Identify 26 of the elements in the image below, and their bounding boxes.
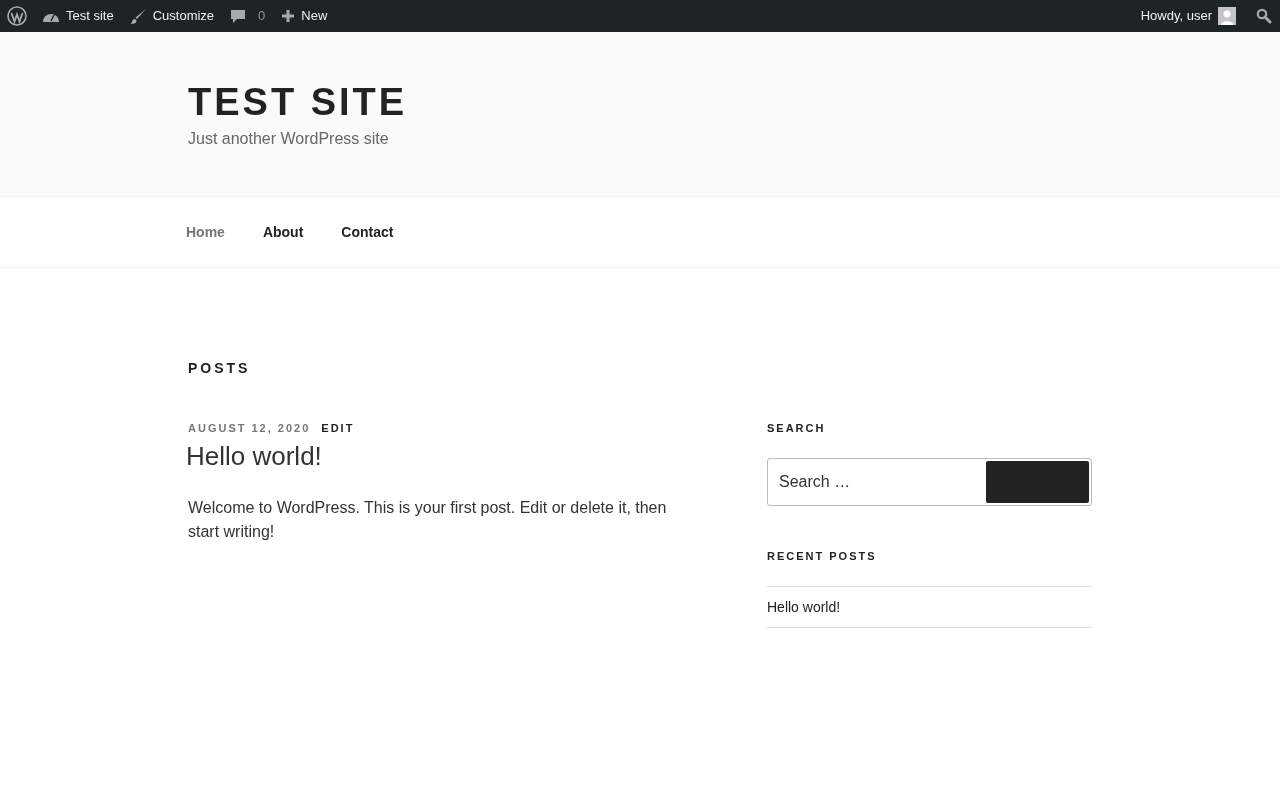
comments-link[interactable]: 0	[222, 0, 274, 32]
nav-link[interactable]: Contact	[341, 221, 394, 243]
post-date[interactable]: AUGUST 12, 2020	[188, 421, 311, 435]
avatar-icon	[1218, 7, 1236, 25]
recent-post-link[interactable]: Hello world!	[767, 599, 841, 615]
nav-link[interactable]: About	[262, 221, 304, 243]
post-excerpt: Welcome to WordPress. This is your first post. Edit or delete it, then start writing!	[188, 498, 668, 542]
site-link[interactable]: Test site	[34, 0, 122, 32]
widget-heading: RECENT POSTS	[767, 549, 878, 563]
site-tagline: Just another WordPress site	[188, 129, 390, 149]
search-form[interactable]: Search …	[767, 458, 1092, 506]
speech-bubble-icon	[230, 8, 247, 24]
search-icon[interactable]	[1256, 8, 1272, 24]
site-title[interactable]: TEST SITE	[188, 80, 1280, 124]
wordpress-logo-icon[interactable]	[7, 6, 27, 26]
brush-icon	[129, 7, 147, 25]
widget-heading: SEARCH	[767, 421, 827, 435]
account-link[interactable]: Howdy, user	[1136, 6, 1240, 26]
page-title: POSTS	[188, 359, 252, 378]
post-title[interactable]: Hello world!	[186, 441, 708, 471]
plus-icon	[281, 9, 296, 23]
edit-link[interactable]: EDIT	[321, 421, 355, 435]
nav-link[interactable]: Home	[186, 221, 225, 243]
new-link[interactable]: New	[273, 0, 336, 32]
search-field[interactable]: Search …	[779, 470, 986, 494]
customize-link[interactable]: Customize	[121, 0, 223, 32]
